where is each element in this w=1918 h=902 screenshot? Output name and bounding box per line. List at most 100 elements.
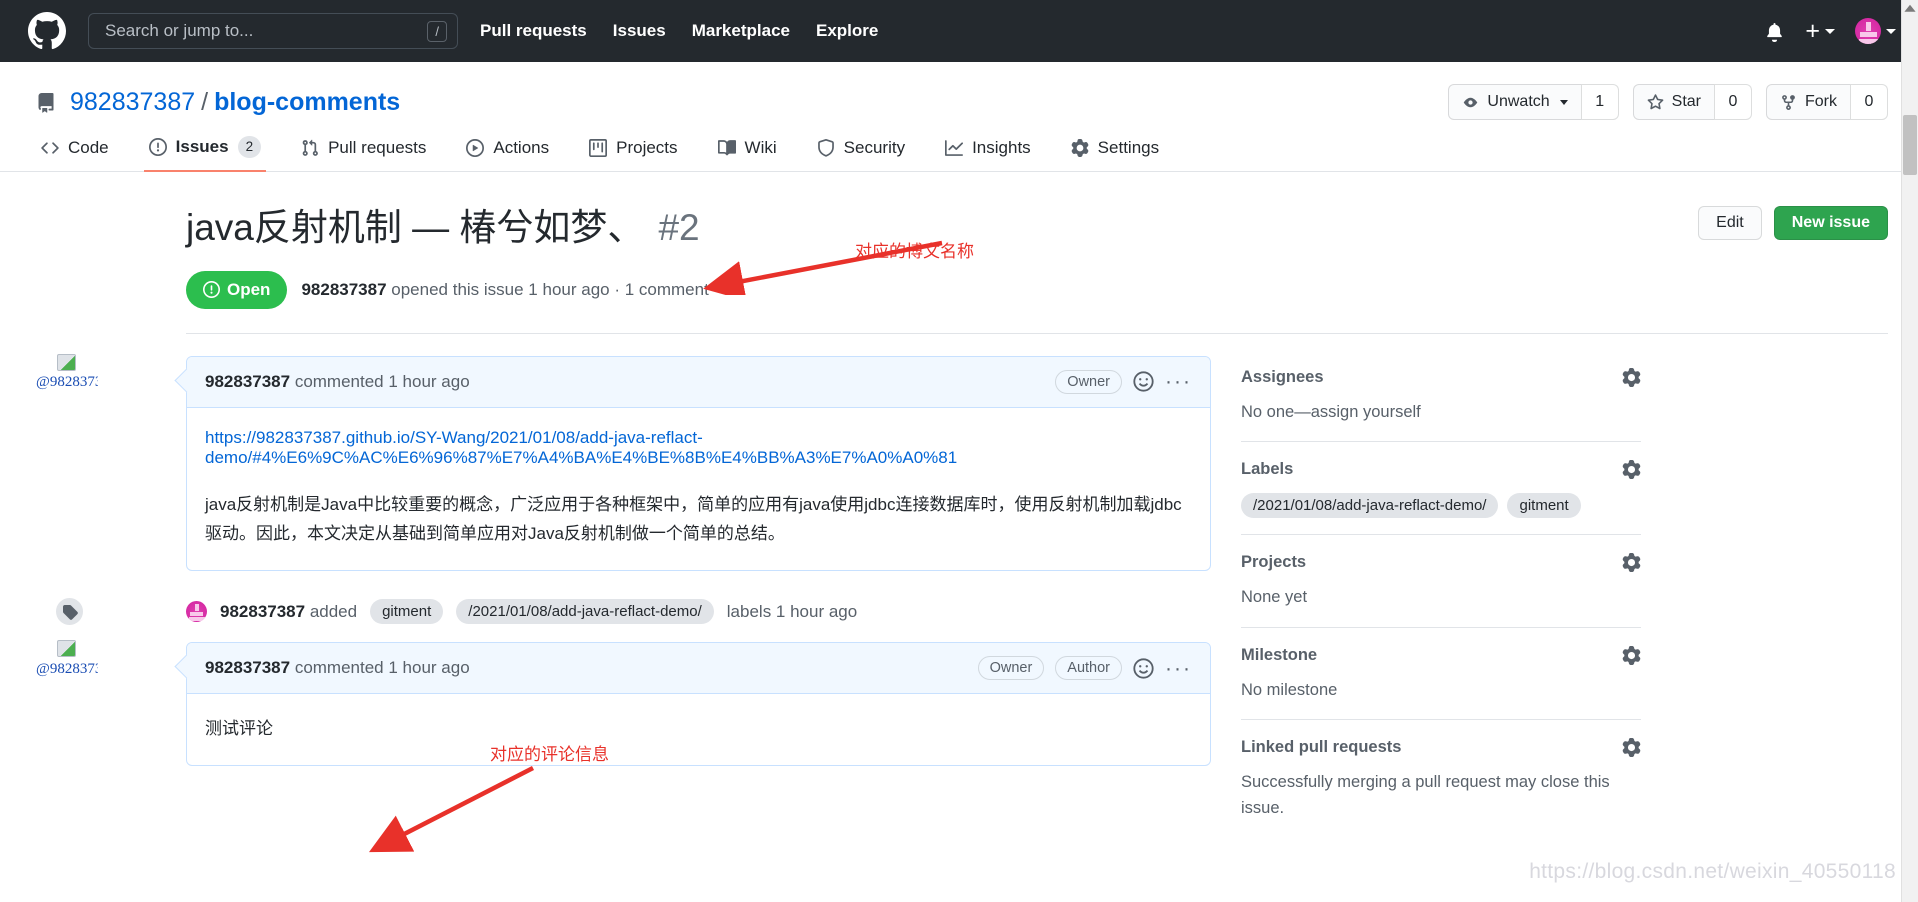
repo-nav-pull-requests[interactable]: Pull requests [296,138,431,172]
sidebar-title: Assignees [1241,367,1324,386]
issue-sidebar: Assignees No one—assign yourself Labels … [1241,356,1641,838]
sidebar-text: No milestone [1241,680,1338,699]
fork-count[interactable]: 0 [1850,84,1888,120]
repo-nav-settings[interactable]: Settings [1066,138,1164,172]
event-suffix: labels 1 hour ago [726,601,858,621]
global-nav-marketplace[interactable]: Marketplace [692,21,790,41]
sidebar-section-labels: Labels /2021/01/08/add-java-reflact-demo… [1241,441,1641,534]
repo-nav-issues[interactable]: Issues 2 [143,136,267,173]
comment-author[interactable]: 982837387 [205,658,290,677]
repo-nav-insights-label: Insights [972,138,1031,158]
avatar: @982837387 [36,640,98,702]
repo-owner-link[interactable]: 982837387 [70,88,195,116]
watch-button[interactable]: Unwatch [1448,84,1581,120]
comment-paragraph: 测试评论 [205,719,273,739]
sidebar-text[interactable]: No one—assign yourself [1241,400,1641,426]
sidebar-title: Labels [1241,460,1294,479]
git-pull-request-icon [301,139,319,157]
project-board-icon [589,139,608,158]
chevron-down-icon [1886,28,1896,34]
repo-nav-security[interactable]: Security [812,138,910,172]
repo-nav-projects[interactable]: Projects [584,138,682,172]
repo-action-buttons: Unwatch 1 Star 0 Fork 0 [1448,84,1888,120]
search-shortcut-key: / [427,20,447,42]
comment-author[interactable]: 982837387 [205,372,290,391]
global-nav: Pull requests Issues Marketplace Explore [480,21,878,41]
repo-nav-actions[interactable]: Actions [461,138,554,172]
gear-icon[interactable] [1622,645,1641,665]
chevron-down-icon [1825,28,1835,34]
search-input[interactable] [103,20,422,42]
smiley-icon[interactable] [1133,371,1154,392]
role-badge-author: Author [1055,656,1123,681]
issue-author[interactable]: 982837387 [301,280,386,299]
avatar [1855,18,1881,44]
chevron-down-icon [1559,99,1568,105]
comment-header: 982837387 commented 1 hour ago Owner Aut… [187,643,1210,695]
search-box[interactable]: / [88,13,458,49]
watch-button-group: Unwatch 1 [1448,84,1619,120]
label-chip[interactable]: /2021/01/08/add-java-reflact-demo/ [1241,493,1499,519]
comment-link-line1: https://982837387.github.io/SY-Wang/2021… [205,427,703,447]
kebab-horizontal-icon[interactable]: ··· [1165,371,1192,392]
comment-body: 测试评论 [187,694,1210,765]
global-nav-issues[interactable]: Issues [613,21,666,41]
comment-action-text: commented 1 hour ago [290,371,470,391]
label-chip[interactable]: /2021/01/08/add-java-reflact-demo/ [456,599,714,625]
label-chip[interactable]: gitment [370,599,444,625]
role-badge-owner: Owner [977,656,1045,681]
github-issue-page: / Pull requests Issues Marketplace Explo… [0,0,1918,902]
comment-action-text: commented 1 hour ago [290,658,470,678]
repo-nav-insights[interactable]: Insights [940,138,1036,172]
broken-image-icon [57,640,76,658]
kebab-horizontal-icon[interactable]: ··· [1165,658,1192,679]
event-actor[interactable]: 982837387 [220,602,305,621]
repo-nav-actions-label: Actions [493,138,550,158]
scroll-up-icon[interactable] [1903,2,1917,16]
role-badge-owner: Owner [1055,369,1123,394]
issues-count-badge: 2 [237,136,262,159]
create-new-menu[interactable]: + [1805,18,1835,44]
sidebar-labels: /2021/01/08/add-java-reflact-demo/ gitme… [1241,493,1641,519]
watch-count[interactable]: 1 [1580,84,1619,120]
bell-icon[interactable] [1764,21,1785,42]
sidebar-section-milestone: Milestone No milestone [1241,626,1641,720]
github-mark-icon[interactable] [28,12,66,50]
scrollbar-thumb[interactable] [1903,115,1917,175]
user-menu[interactable] [1855,18,1896,44]
fork-icon [1780,94,1797,111]
comment-link[interactable]: https://982837387.github.io/SY-Wang/2021… [205,428,957,467]
gear-icon[interactable] [1622,460,1641,480]
smiley-icon[interactable] [1133,658,1154,679]
repo-name-link[interactable]: blog-comments [214,88,400,116]
star-count[interactable]: 0 [1714,84,1752,120]
gear-icon [1071,139,1089,158]
sidebar-text: None yet [1241,588,1308,607]
star-button-label: Star [1671,93,1701,110]
issue-opened-icon [148,138,167,157]
comment-box: 982837387 commented 1 hour ago Owner Aut… [186,642,1211,767]
gear-icon[interactable] [1622,367,1641,387]
edit-button[interactable]: Edit [1698,206,1762,241]
global-nav-explore[interactable]: Explore [816,21,878,41]
page-scrollbar[interactable] [1901,0,1918,902]
global-nav-pull-requests[interactable]: Pull requests [480,21,587,41]
global-header: / Pull requests Issues Marketplace Explo… [0,0,1918,62]
gear-icon[interactable] [1622,553,1641,573]
repo-nav: Code Issues 2 Pull requests Actions Proj… [0,117,1918,173]
repo-nav-code[interactable]: Code [36,138,114,172]
new-issue-button[interactable]: New issue [1773,206,1888,241]
gear-icon[interactable] [1622,738,1641,758]
comment-box: 982837387 commented 1 hour ago Owner ···… [186,355,1211,572]
header-divider [186,332,1888,334]
star-button[interactable]: Star [1632,84,1714,120]
sidebar-text: Successfully merging a pull request may … [1241,773,1610,817]
sidebar-section-projects: Projects None yet [1241,534,1641,627]
broken-image-icon [57,353,76,371]
avatar-alt-text: @982837387 [36,374,98,391]
fork-button[interactable]: Fork [1766,84,1850,120]
label-chip[interactable]: gitment [1507,493,1581,519]
repo-nav-wiki[interactable]: Wiki [713,138,782,172]
timeline-column: @982837387 982837387 commented 1 hour ag… [36,353,1211,838]
comment-header: 982837387 commented 1 hour ago Owner ··· [187,356,1210,408]
